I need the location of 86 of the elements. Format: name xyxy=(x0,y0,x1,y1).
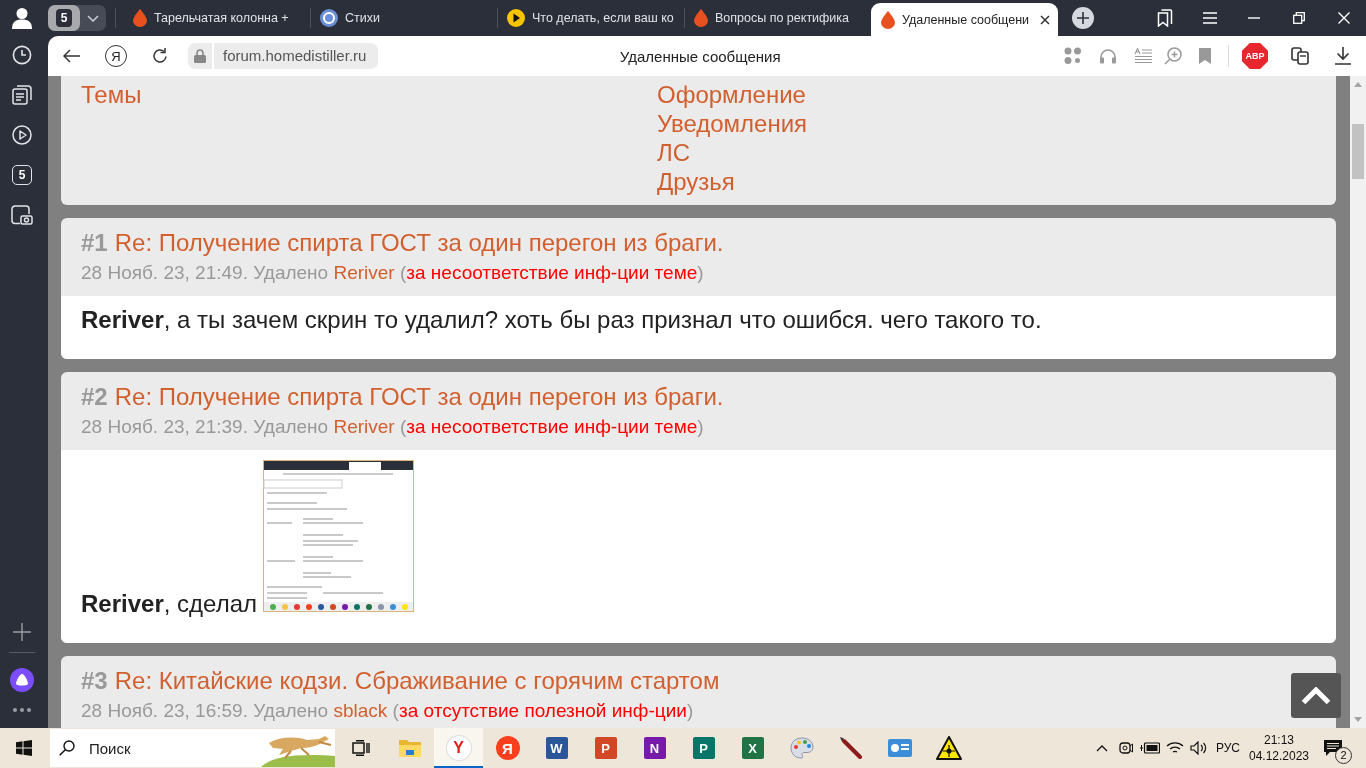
nav-link[interactable]: Оформление xyxy=(657,79,806,109)
avatar-icon[interactable] xyxy=(12,7,32,29)
id-card-icon xyxy=(887,739,912,757)
bookmarks-icon[interactable] xyxy=(1156,9,1175,27)
site-info-button[interactable] xyxy=(188,43,212,69)
drop-icon xyxy=(694,9,708,27)
scrollbar[interactable] xyxy=(1350,76,1366,728)
zoom-in-icon[interactable] xyxy=(1164,47,1182,65)
palette-icon xyxy=(789,737,814,759)
warning-icon xyxy=(935,736,962,760)
language-indicator[interactable]: РУС xyxy=(1210,741,1246,755)
post-title-link[interactable]: Re: Получение спирта ГОСТ за один перегон из браги. xyxy=(114,228,724,256)
webcam-icon[interactable] xyxy=(1119,740,1133,756)
drop-icon xyxy=(881,10,895,29)
taskbar-app[interactable]: W xyxy=(532,728,581,768)
minimize-icon[interactable] xyxy=(1248,17,1261,19)
reload-icon[interactable] xyxy=(151,47,169,65)
notifications-button[interactable]: 2 xyxy=(1312,728,1354,768)
restore-icon[interactable] xyxy=(1293,12,1306,24)
dots-icon[interactable] xyxy=(1064,47,1082,65)
author-link[interactable]: Reriver xyxy=(333,415,395,437)
text-lines-icon[interactable] xyxy=(1134,48,1152,64)
download-icon[interactable] xyxy=(1335,47,1351,65)
plus-icon[interactable] xyxy=(13,623,31,641)
new-tab-button[interactable] xyxy=(1072,7,1094,29)
search-field[interactable]: Поиск xyxy=(81,733,261,763)
chevron-up-icon xyxy=(1301,686,1331,705)
pencil-icon xyxy=(839,737,862,759)
post-title-link[interactable]: Re: Китайские кодзи. Сбраживание с горячим стартом xyxy=(114,666,720,694)
author-link[interactable]: sblack xyxy=(333,699,388,721)
adblock-button[interactable]: ABP xyxy=(1242,43,1268,69)
nav-link[interactable]: Друзья xyxy=(657,166,735,196)
close-icon[interactable] xyxy=(1040,14,1050,25)
windows-icon[interactable] xyxy=(16,740,32,756)
bookmark-icon[interactable] xyxy=(1199,48,1211,64)
post-number: #2 xyxy=(81,382,108,410)
lock-icon xyxy=(194,49,206,63)
search-icon xyxy=(59,740,75,756)
nav-link[interactable]: Уведомления xyxy=(657,108,808,138)
plus-icon xyxy=(1077,12,1089,24)
notification-count: 2 xyxy=(1335,747,1352,764)
taskbar-app[interactable]: P xyxy=(581,728,630,768)
back-icon[interactable] xyxy=(63,49,81,63)
nav-link[interactable]: Темы xyxy=(81,79,142,109)
camera-icon[interactable] xyxy=(11,205,33,225)
browser-tab[interactable]: Тарельчатая колонна + xyxy=(123,0,310,36)
browser-tab[interactable]: Удаленные сообщени xyxy=(871,3,1058,36)
chevron-down-icon xyxy=(87,14,99,22)
post-title-link[interactable]: Re: Получение спирта ГОСТ за один перегон из браги. xyxy=(114,382,724,410)
taskbar-app[interactable]: P xyxy=(679,728,728,768)
url-field[interactable]: forum.homedistiller.ru xyxy=(214,43,379,69)
post-meta: 28 Нояб. 23, 21:39. Удалено Reriver (за несоответствие инф-ции теме) xyxy=(81,415,705,438)
post-number: #3 xyxy=(81,666,108,694)
play-icon xyxy=(507,9,525,27)
menu-icon[interactable] xyxy=(1202,12,1217,24)
scroll-to-top-button[interactable] xyxy=(1291,673,1341,718)
ring-icon xyxy=(320,9,338,27)
play-icon[interactable] xyxy=(12,125,32,145)
more-icon[interactable] xyxy=(13,708,31,712)
folder-icon xyxy=(398,739,421,757)
taskbar-app[interactable]: X xyxy=(728,728,777,768)
nav-link[interactable]: ЛС xyxy=(657,137,691,167)
volume-icon[interactable] xyxy=(1190,741,1208,755)
task-view-icon[interactable] xyxy=(351,740,370,756)
search-box[interactable]: Поиск xyxy=(50,729,335,767)
post-number: #1 xyxy=(81,228,108,256)
tab-group-button[interactable]: 5 xyxy=(48,5,106,31)
post-text: Reriver, а ты зачем скрин то удалил? хоть бы раз признал что ошибся. чего такого то. xyxy=(81,305,1042,333)
taskbar-app[interactable]: Y xyxy=(434,728,483,768)
post-meta: 28 Нояб. 23, 21:49. Удалено Reriver (за несоответствие инф-ции теме) xyxy=(81,261,705,284)
headphones-icon[interactable] xyxy=(1099,48,1117,64)
wifi-icon[interactable] xyxy=(1166,741,1184,755)
tabs-button[interactable]: 5 xyxy=(12,165,32,185)
chevron-up-icon[interactable] xyxy=(1096,744,1108,752)
drop-icon xyxy=(133,9,147,27)
cards-icon[interactable] xyxy=(1291,47,1309,65)
taskbar-app[interactable]: Я xyxy=(483,728,532,768)
taskbar-app[interactable]: N xyxy=(630,728,679,768)
taskbar-clock[interactable]: 21:13 04.12.2023 xyxy=(1246,732,1312,764)
battery-icon[interactable] xyxy=(1140,742,1160,754)
clock-icon[interactable] xyxy=(12,45,32,65)
page-title: Удаленные сообщения xyxy=(618,47,782,65)
post-text: Reriver, сделал xyxy=(81,589,257,617)
scrollbar-thumb[interactable] xyxy=(1352,124,1364,179)
notes-icon[interactable] xyxy=(12,85,32,105)
author-link[interactable]: Reriver xyxy=(333,261,395,283)
